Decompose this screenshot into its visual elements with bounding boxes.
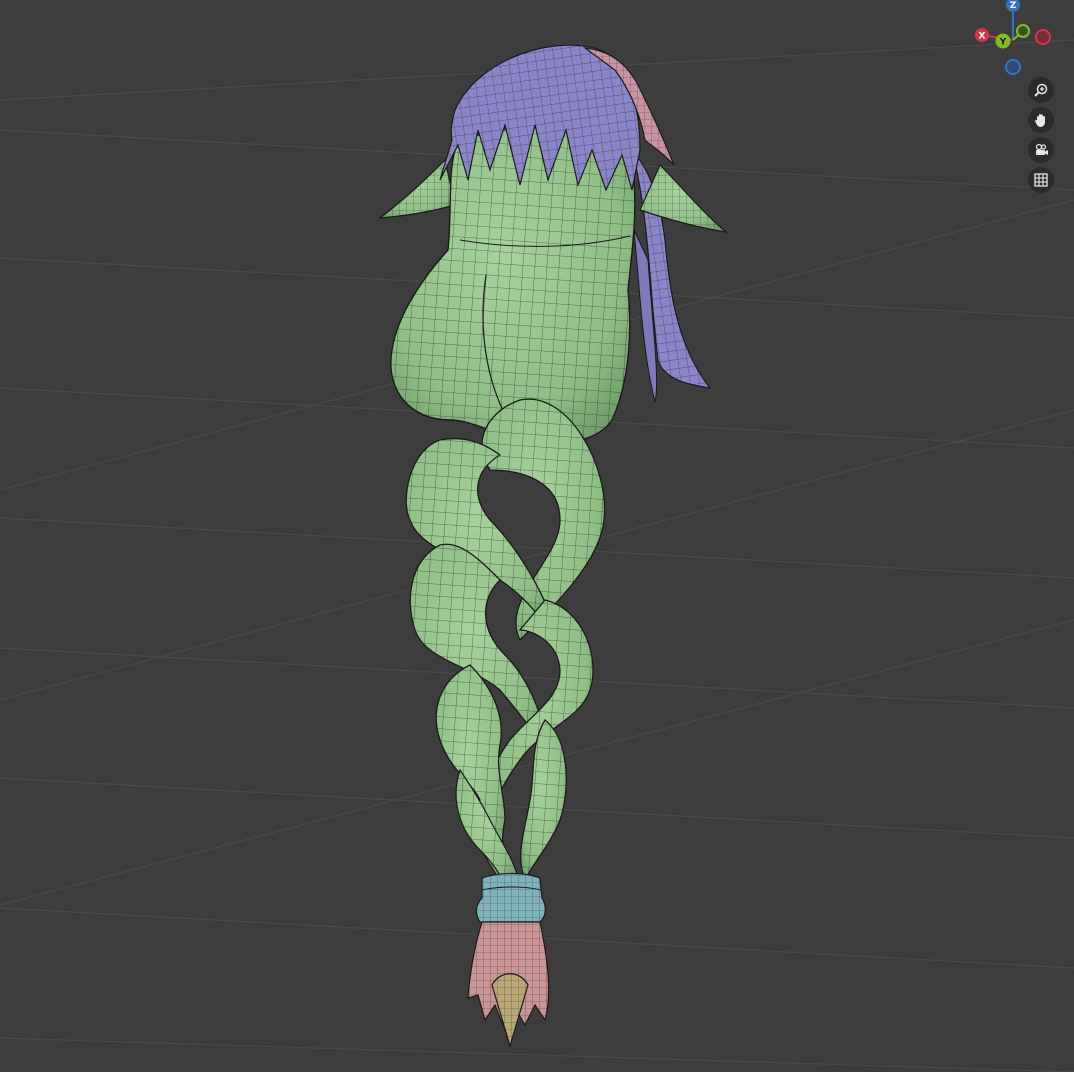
- camera-view-button[interactable]: [1028, 137, 1054, 163]
- neg-x-axis-handle[interactable]: [1035, 29, 1051, 45]
- neg-y-axis-handle[interactable]: [1016, 24, 1030, 38]
- ortho-toggle-button[interactable]: [1028, 167, 1054, 193]
- y-axis-label: Y: [999, 38, 1007, 48]
- neg-z-axis-handle[interactable]: [1005, 59, 1021, 75]
- pan-button[interactable]: [1028, 107, 1054, 133]
- navigation-gizmo[interactable]: Z X Y: [975, 0, 1051, 75]
- z-axis-label: Z: [1010, 1, 1017, 11]
- viewport-canvas[interactable]: Z X Y: [0, 0, 1074, 1072]
- zoom-icon: [1033, 82, 1049, 98]
- zoom-button[interactable]: [1028, 77, 1054, 103]
- grid-icon: [1033, 172, 1049, 188]
- hand-icon: [1033, 112, 1049, 128]
- x-axis-label: X: [979, 32, 986, 42]
- character-mesh[interactable]: [378, 44, 729, 1049]
- camera-icon: [1033, 142, 1049, 158]
- 3d-viewport[interactable]: Z X Y: [0, 0, 1074, 1072]
